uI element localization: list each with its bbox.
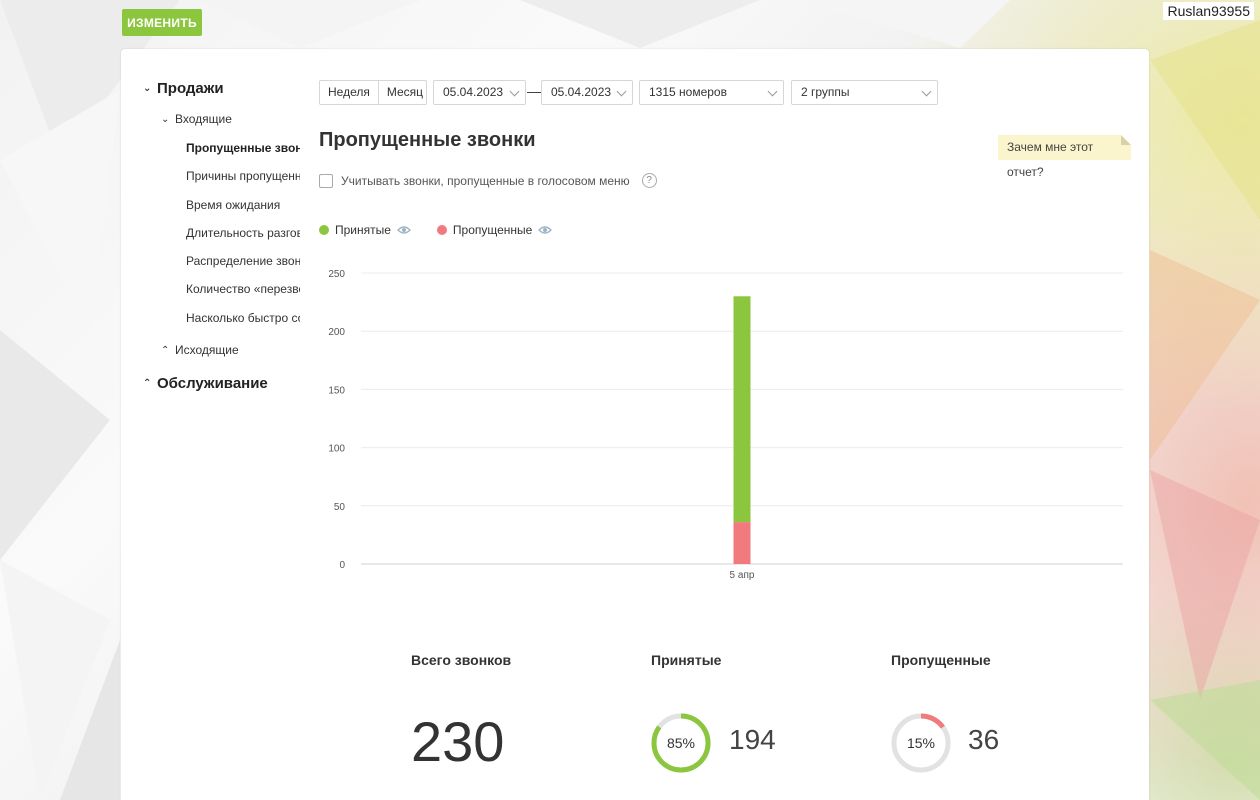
sidebar-group-label: Исходящие: [175, 343, 239, 357]
legend-label-accepted: Принятые: [335, 223, 391, 237]
sidebar-group-label: Входящие: [175, 112, 232, 126]
accepted-percent-ring: 85%: [651, 713, 711, 773]
missed-calls-label: Пропущенные: [891, 652, 991, 668]
report-card: ⌄ Продажи ⌄ Входящие Пропущенные звонки …: [121, 49, 1149, 800]
y-tick-label: 100: [328, 444, 345, 455]
total-calls-label: Всего звонков: [411, 652, 512, 668]
groups-select[interactable]: 2 группы: [791, 80, 938, 105]
missed-percent-text: 15%: [907, 735, 935, 751]
sidebar-section-sales[interactable]: ⌄ Продажи: [143, 80, 224, 97]
date-range-separator: —: [527, 83, 541, 99]
voice-menu-checkbox-label: Учитывать звонки, пропущенные в голосово…: [341, 173, 630, 188]
period-toggle: Неделя Месяц: [319, 80, 427, 105]
sidebar-item-wait-time[interactable]: Время ожидания: [186, 198, 300, 212]
y-tick-label: 50: [334, 502, 346, 513]
date-to-field[interactable]: 05.04.2023: [541, 80, 633, 105]
numbers-select-value: 1315 номеров: [649, 85, 727, 99]
sidebar-section-label: Продажи: [157, 80, 224, 97]
sidebar-item-callbacks-count[interactable]: Количество «перезвонов»: [186, 282, 300, 296]
bar-segment: [733, 522, 751, 564]
legend-dot-missed: [436, 225, 447, 235]
date-to-value: 05.04.2023: [551, 85, 612, 99]
chevron-up-icon: ⌃: [161, 344, 170, 356]
sidebar-group-incoming[interactable]: ⌄ Входящие: [161, 112, 232, 126]
y-tick-label: 0: [339, 560, 345, 571]
sidebar-item-response-speed[interactable]: Насколько быстро сотрудники: [186, 311, 300, 325]
username-label: Ruslan93955: [1163, 2, 1254, 20]
eye-icon[interactable]: [538, 225, 553, 235]
accepted-percent-text: 85%: [667, 735, 695, 751]
chevron-down-icon: [767, 86, 778, 97]
x-tick-label: 5 апр: [730, 570, 755, 581]
edit-button[interactable]: ИЗМЕНИТЬ: [122, 9, 202, 36]
legend-item-accepted[interactable]: Принятые: [319, 223, 411, 237]
why-report-button[interactable]: Зачем мне этот отчет?: [998, 135, 1131, 179]
week-button[interactable]: Неделя: [320, 81, 378, 104]
y-tick-label: 250: [328, 269, 345, 280]
y-tick-label: 150: [328, 385, 345, 396]
numbers-select[interactable]: 1315 номеров: [639, 80, 784, 105]
groups-select-value: 2 группы: [801, 85, 850, 99]
bar-segment: [733, 296, 751, 523]
chart-legend: Принятые Пропущенные: [319, 223, 578, 237]
chevron-down-icon: [616, 86, 627, 97]
help-icon[interactable]: ?: [641, 173, 657, 188]
eye-icon[interactable]: [397, 225, 411, 235]
sidebar-item-talk-duration[interactable]: Длительность разговора: [186, 226, 300, 240]
sidebar-item-call-distribution[interactable]: Распределение звонков: [186, 254, 300, 268]
sidebar-item-missed-reasons[interactable]: Причины пропущенных: [186, 169, 300, 183]
chevron-down-icon: ⌄: [161, 113, 170, 125]
missed-calls-value: 36: [968, 724, 1000, 755]
total-calls-value: 230: [411, 710, 505, 773]
page-title: Пропущенные звонки: [319, 129, 536, 151]
chevron-up-icon: ⌃: [143, 378, 152, 389]
chevron-down-icon: ⌄: [143, 83, 152, 94]
date-from-value: 05.04.2023: [443, 85, 504, 99]
missed-percent-ring: 15%: [891, 713, 951, 773]
date-from-field[interactable]: 05.04.2023: [433, 80, 526, 105]
voice-menu-option: Учитывать звонки, пропущенные в голосово…: [319, 173, 657, 188]
chevron-down-icon: [509, 86, 520, 97]
voice-menu-checkbox[interactable]: [319, 173, 333, 188]
y-tick-label: 200: [328, 327, 345, 338]
month-button[interactable]: Месяц: [377, 81, 431, 104]
accepted-calls-value: 194: [729, 724, 776, 755]
calls-bar-chart: 0 50 100 150 200 250 5 апр: [328, 269, 1123, 581]
legend-dot-accepted: [319, 225, 329, 235]
legend-label-missed: Пропущенные: [452, 223, 533, 237]
legend-item-missed[interactable]: Пропущенные: [436, 223, 553, 237]
chevron-down-icon: [921, 86, 932, 97]
sidebar-item-missed-calls[interactable]: Пропущенные звонки: [186, 141, 300, 155]
sidebar-section-service[interactable]: ⌃ Обслуживание: [143, 375, 268, 392]
accepted-calls-label: Принятые: [651, 652, 722, 668]
sidebar-group-outgoing[interactable]: ⌃ Исходящие: [161, 343, 239, 357]
sidebar-section-label: Обслуживание: [157, 375, 268, 392]
